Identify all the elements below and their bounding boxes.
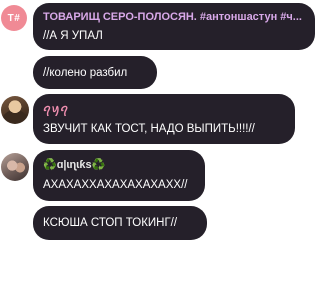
- message-text: //колено разбил: [43, 67, 128, 79]
- message-text: ЗВУЧИТ КАК ТОСТ, НАДО ВЫПИТЬ!!!!//: [43, 123, 255, 135]
- message-text: АХАХАХХАХАХАХАХАХХ//: [43, 179, 188, 191]
- avatar[interactable]: [1, 96, 29, 124]
- message-bubble[interactable]: ꪖꪗꪖ ЗВУЧИТ КАК ТОСТ, НАДО ВЫПИТЬ!!!!//: [33, 94, 295, 144]
- sender-name[interactable]: ♻️ɑ|ɩɳɩƙs♻️: [43, 158, 195, 172]
- message-text: КСЮША СТОП ТОКИНГ//: [43, 217, 178, 229]
- message-bubble[interactable]: ♻️ɑ|ɩɳɩƙs♻️ АХАХАХХАХАХАХАХАХХ//: [33, 150, 205, 201]
- message-bubble[interactable]: //колено разбил: [33, 56, 157, 89]
- message-bubble[interactable]: КСЮША СТОП ТОКИНГ//: [33, 206, 207, 240]
- message-bubble[interactable]: ТОВАРИЩ СЕРО-ПОЛОСЯН. #антоншастун #ч...…: [33, 3, 315, 50]
- message-text: //А Я УПАЛ: [43, 30, 103, 42]
- avatar-initials: Т#: [7, 12, 21, 24]
- sender-name[interactable]: ꪖꪗꪖ: [43, 102, 285, 116]
- avatar[interactable]: [1, 153, 29, 181]
- avatar[interactable]: Т#: [1, 5, 27, 31]
- sender-name[interactable]: ТОВАРИЩ СЕРО-ПОЛОСЯН. #антоншастун #ч...: [43, 10, 305, 24]
